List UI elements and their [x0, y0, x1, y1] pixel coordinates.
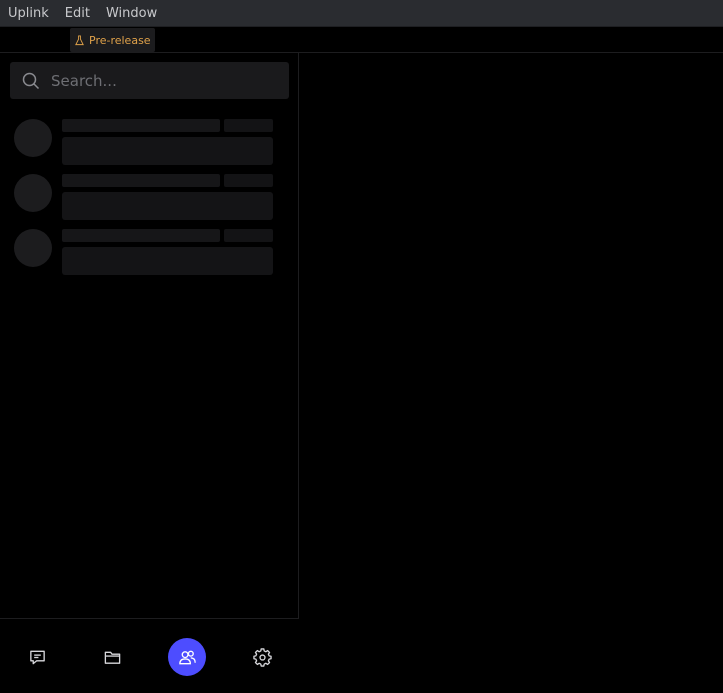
- loading-placeholder-row: [14, 119, 274, 165]
- menu-edit[interactable]: Edit: [57, 0, 98, 27]
- loading-placeholder-row: [14, 229, 274, 275]
- sidebar: [0, 53, 299, 693]
- folder-icon: [104, 651, 120, 664]
- time-placeholder: [224, 174, 273, 187]
- time-placeholder: [224, 229, 273, 242]
- gear-icon: [252, 647, 272, 667]
- pre-release-label: Pre-release: [89, 33, 151, 47]
- message-placeholder: [62, 137, 273, 165]
- search-input[interactable]: [51, 62, 281, 99]
- friends-icon: [178, 650, 196, 664]
- friends-button[interactable]: [168, 638, 206, 676]
- avatar-placeholder: [14, 174, 52, 212]
- bottom-nav: [0, 618, 299, 693]
- name-placeholder: [62, 174, 220, 187]
- search-icon: [22, 72, 40, 90]
- message-placeholder: [62, 192, 273, 220]
- flask-icon: [75, 34, 84, 45]
- settings-button[interactable]: [243, 638, 281, 676]
- top-strip: Pre-release: [0, 27, 723, 53]
- avatar-placeholder: [14, 229, 52, 267]
- menu-bar: Uplink Edit Window: [0, 0, 723, 27]
- avatar-placeholder: [14, 119, 52, 157]
- menu-window[interactable]: Window: [98, 0, 165, 27]
- name-placeholder: [62, 119, 220, 132]
- time-placeholder: [224, 119, 273, 132]
- loading-placeholder-row: [14, 174, 274, 220]
- chat-icon: [29, 650, 45, 664]
- pre-release-badge[interactable]: Pre-release: [70, 28, 155, 52]
- main-content-area: [300, 53, 723, 693]
- message-placeholder: [62, 247, 273, 275]
- menu-uplink[interactable]: Uplink: [0, 0, 57, 27]
- name-placeholder: [62, 229, 220, 242]
- files-button[interactable]: [93, 638, 131, 676]
- chats-button[interactable]: [18, 638, 56, 676]
- search-box[interactable]: [10, 62, 289, 99]
